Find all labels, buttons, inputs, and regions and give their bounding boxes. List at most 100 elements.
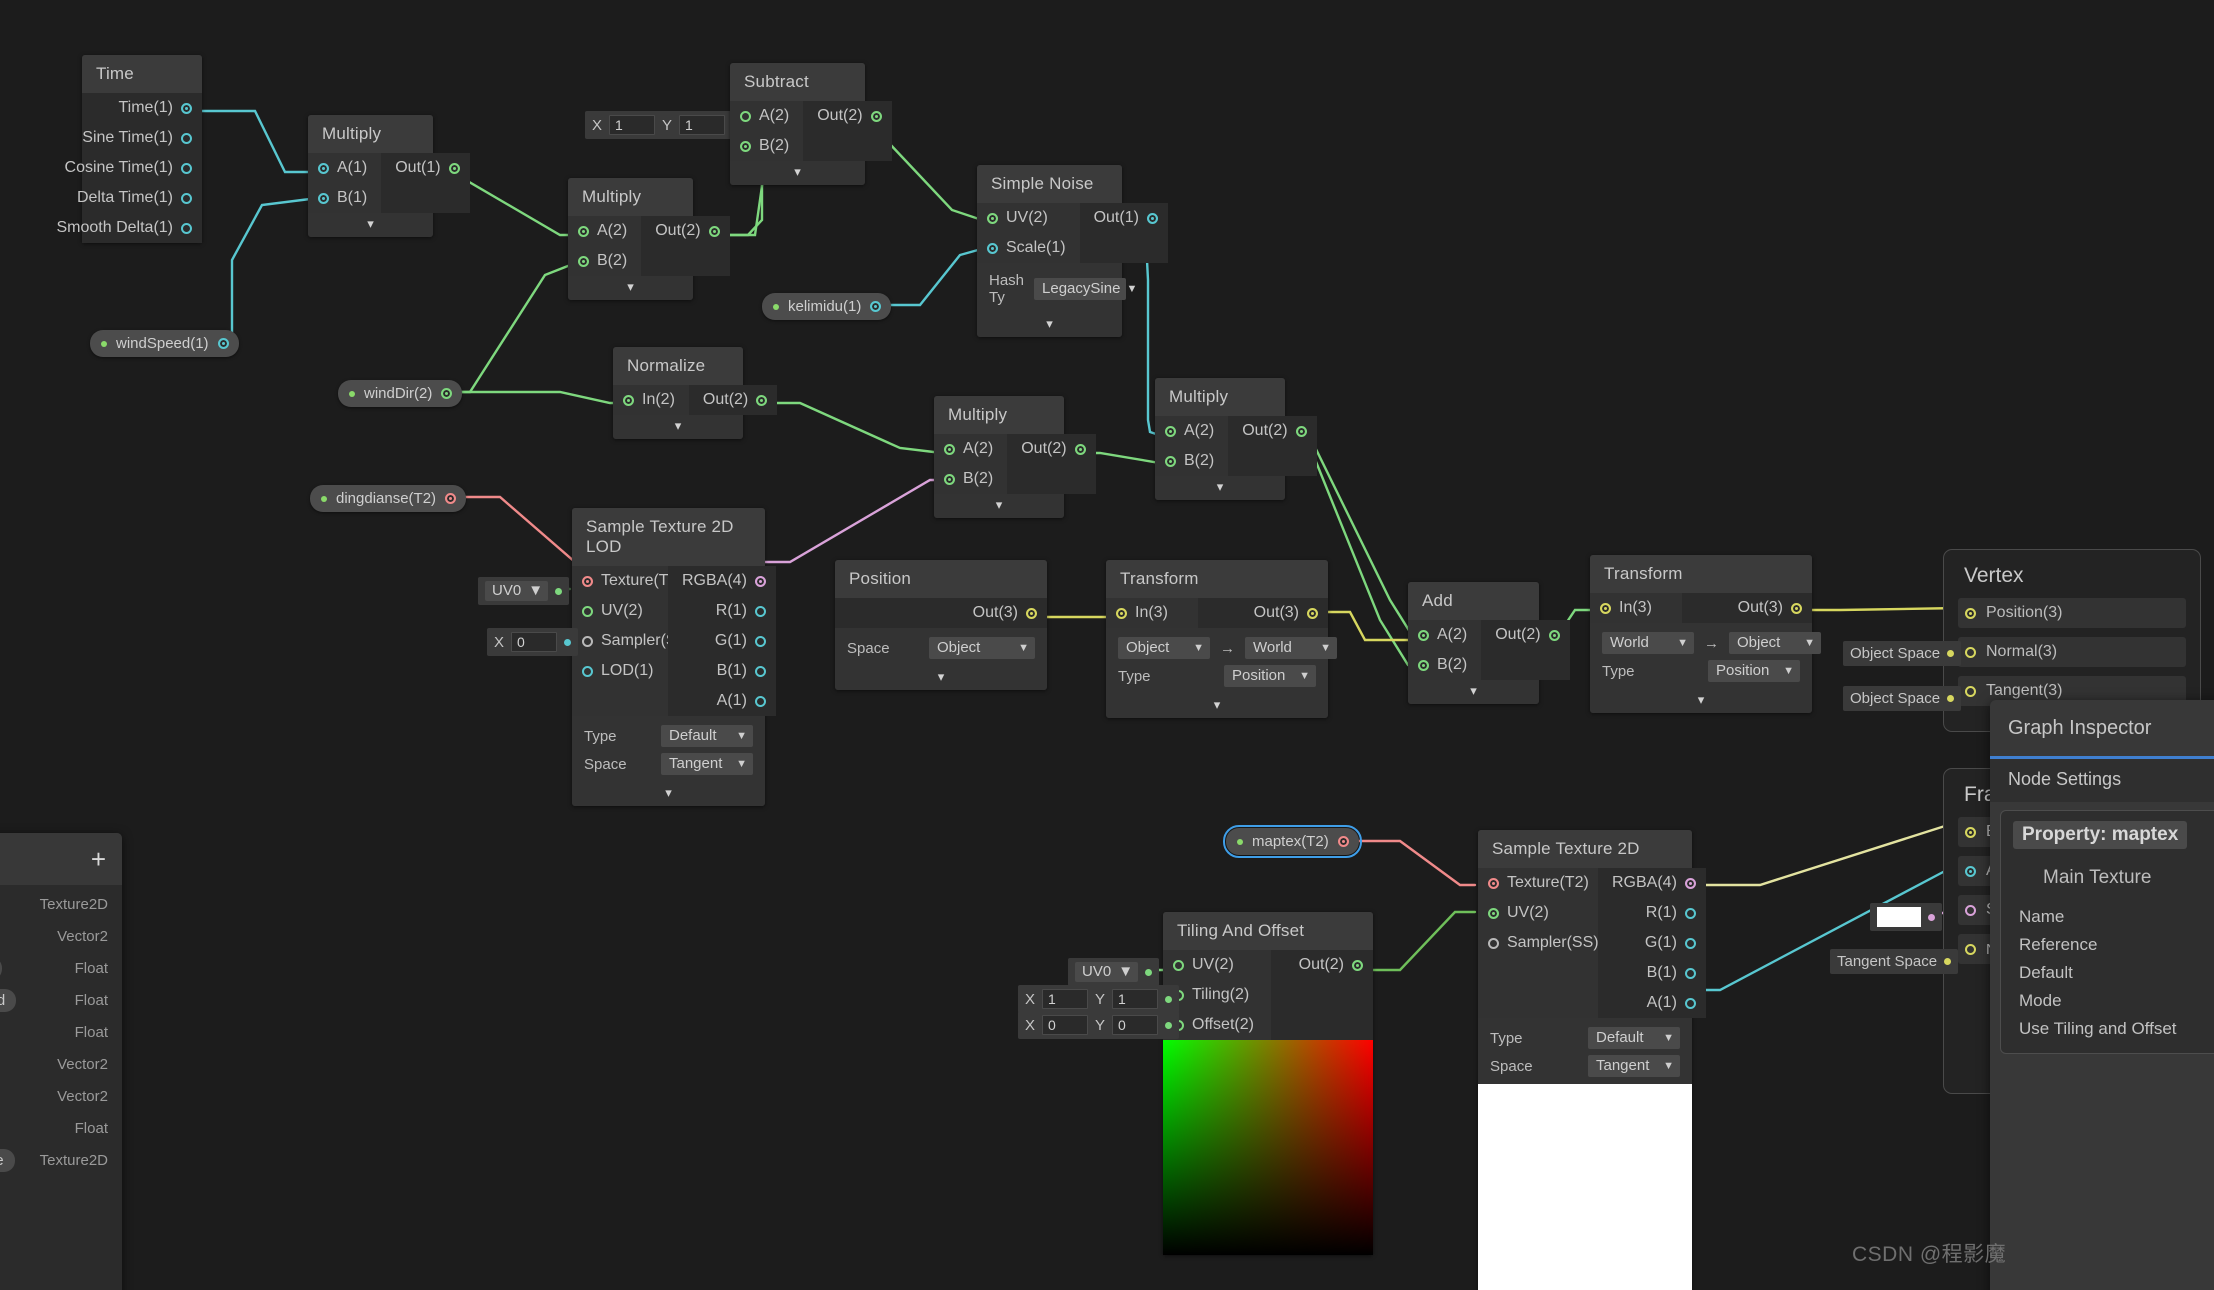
port-dot-texture[interactable]	[1488, 877, 1499, 889]
widget-port-dot[interactable]	[1928, 913, 1935, 921]
port-dot-a[interactable]	[754, 695, 766, 707]
blackboard-row[interactable]: windPow Float	[0, 956, 122, 981]
port-in[interactable]: A(1)	[308, 153, 381, 183]
widget-port-dot[interactable]	[1165, 995, 1173, 1003]
node-expander[interactable]: ▾	[613, 415, 743, 439]
uv-channel-dropdown[interactable]: UV0 ▼	[485, 581, 549, 601]
x-field[interactable]: 0	[511, 632, 558, 652]
port-in[interactable]: A(2)	[934, 434, 1007, 464]
uv-channel-widget-tiling[interactable]: UV0 ▼	[1068, 958, 1160, 986]
vertex-block-position[interactable]: Position(3)	[1958, 598, 2186, 628]
port-dot-a[interactable]	[944, 443, 955, 455]
port-dot-b[interactable]	[944, 473, 955, 485]
port-in[interactable]: B(2)	[1408, 650, 1481, 680]
port-dot-out[interactable]	[1295, 425, 1307, 437]
port-out[interactable]: B(1)	[703, 656, 776, 686]
port-dot-a[interactable]	[578, 225, 589, 237]
port-dot-tangent[interactable]	[1965, 685, 1976, 697]
port-in[interactable]: UV(2)	[1163, 950, 1271, 980]
node-expander[interactable]: ▾	[1590, 689, 1812, 713]
blackboard-row[interactable]: windDir Vector2	[0, 924, 122, 949]
port-in[interactable]: Sampler(SS)	[1478, 928, 1599, 958]
blackboard-row[interactable]: fanyi Vector2	[0, 1084, 122, 1109]
setting-row[interactable]: Space Tangent ▼	[1478, 1052, 1692, 1080]
inspector-field-name[interactable]: Name	[2013, 903, 2214, 931]
node-add[interactable]: Add A(2) B(2) Out(2) ▾	[1408, 582, 1570, 704]
port-dot-alpha[interactable]	[1965, 865, 1976, 877]
port-dot-uv[interactable]	[1173, 959, 1184, 971]
port-out[interactable]: Out(3)	[1240, 598, 1328, 628]
object-space-widget-normal[interactable]: Object Space	[1843, 641, 1962, 666]
node-expander[interactable]: ▾	[977, 313, 1122, 337]
y-field[interactable]: 1	[1112, 989, 1159, 1009]
blackboard-row[interactable]: kelimidu Float	[0, 1020, 122, 1045]
type-dropdown[interactable]: Default ▼	[1588, 1027, 1680, 1049]
port-dot-position[interactable]	[1965, 607, 1976, 619]
port-dot-out[interactable]	[1548, 629, 1560, 641]
port-dot-a[interactable]	[1684, 997, 1696, 1009]
port-dot-base-color[interactable]	[1965, 826, 1976, 838]
graph-inspector-panel[interactable]: Graph Inspector Node Settings Property: …	[1990, 700, 2214, 1290]
port-dot-out[interactable]	[756, 394, 768, 406]
property-node-maptex[interactable]: maptex(T2)	[1223, 825, 1362, 858]
port-out[interactable]: RGBA(4)	[668, 566, 776, 596]
node-expander[interactable]: ▾	[572, 782, 765, 806]
setting-row[interactable]: Type Default ▼	[1478, 1024, 1692, 1052]
port-dot-out[interactable]	[1337, 836, 1349, 847]
port-dot-g[interactable]	[754, 635, 766, 647]
type-dropdown[interactable]: Position ▼	[1708, 660, 1800, 682]
port-in[interactable]: UV(2)	[977, 203, 1080, 233]
port-dot-b[interactable]	[318, 192, 329, 204]
vertex-block-normal[interactable]: Normal(3)	[1958, 637, 2186, 667]
port-dot-r[interactable]	[1684, 907, 1696, 919]
inspector-field-mode[interactable]: Mode	[2013, 987, 2214, 1015]
node-simple-noise[interactable]: Simple Noise UV(2) Scale(1) Out(1) Hash …	[977, 165, 1168, 337]
port-dot-out[interactable]	[870, 110, 882, 122]
setting-row[interactable]: Space Tangent ▼	[572, 750, 765, 778]
port-out[interactable]: Out(2)	[1007, 434, 1095, 464]
port-out[interactable]: Out(2)	[1481, 620, 1569, 650]
property-node-winddir[interactable]: windDir(2)	[338, 380, 463, 407]
blackboard-row[interactable]: dingdianse Texture2D	[0, 1148, 122, 1173]
node-multiply-3[interactable]: Multiply A(2) B(2) Out(2) ▾	[934, 396, 1096, 518]
port-out[interactable]: Out(3)	[1724, 593, 1812, 623]
node-expander[interactable]: ▾	[730, 161, 865, 185]
port-dot-out[interactable]	[217, 338, 229, 349]
property-name[interactable]: dingdianse	[0, 1149, 15, 1172]
blackboard-row[interactable]: siming Float	[0, 1116, 122, 1141]
node-multiply-1[interactable]: Multiply A(1) B(1) Out(1) ▾	[308, 115, 470, 237]
port-dot-b[interactable]	[740, 140, 751, 152]
port-dot-out[interactable]	[448, 162, 460, 174]
property-name[interactable]: windPow	[0, 957, 3, 980]
port-dot-out[interactable]	[1791, 602, 1802, 614]
port-dot-b[interactable]	[1684, 967, 1696, 979]
widget-port-dot[interactable]	[1165, 1021, 1173, 1029]
port-in[interactable]: B(2)	[1155, 446, 1228, 476]
port-dot-out[interactable]	[445, 493, 457, 504]
port-dot-delta-time[interactable]	[181, 192, 192, 204]
port-dot-uv[interactable]	[582, 605, 593, 617]
widget-port-dot[interactable]	[555, 587, 563, 595]
port-dot-out[interactable]	[870, 301, 882, 312]
tab-node-settings[interactable]: Node Settings	[1990, 759, 2214, 802]
port-in[interactable]: Texture(T2)	[1478, 868, 1598, 898]
transform-space-row[interactable]: World ▼ → Object ▼	[1590, 629, 1821, 657]
port-in[interactable]: LOD(1)	[572, 656, 668, 686]
port-out[interactable]: R(1)	[702, 596, 776, 626]
port-out[interactable]: A(1)	[703, 686, 776, 716]
lod-value-widget[interactable]: X 0	[487, 628, 579, 656]
port-dot-sprite-mask[interactable]	[1965, 904, 1976, 916]
from-space-dropdown[interactable]: Object ▼	[1118, 637, 1210, 659]
port-dot-texture[interactable]	[582, 575, 593, 587]
node-expander[interactable]: ▾	[308, 213, 433, 237]
port-out[interactable]: Time(1)	[104, 93, 202, 123]
port-dot-rgba[interactable]	[1684, 877, 1696, 889]
node-time[interactable]: Time Time(1) Sine Time(1) Cosine Time(1)…	[57, 55, 202, 243]
node-expander[interactable]: ▾	[1106, 694, 1328, 718]
port-in[interactable]: Scale(1)	[977, 233, 1080, 263]
port-out[interactable]: Out(2)	[1285, 950, 1373, 980]
port-dot-normal[interactable]	[1965, 646, 1976, 658]
port-dot-b[interactable]	[1418, 659, 1429, 671]
port-out[interactable]: B(1)	[1633, 958, 1706, 988]
port-dot-uv[interactable]	[1488, 907, 1499, 919]
